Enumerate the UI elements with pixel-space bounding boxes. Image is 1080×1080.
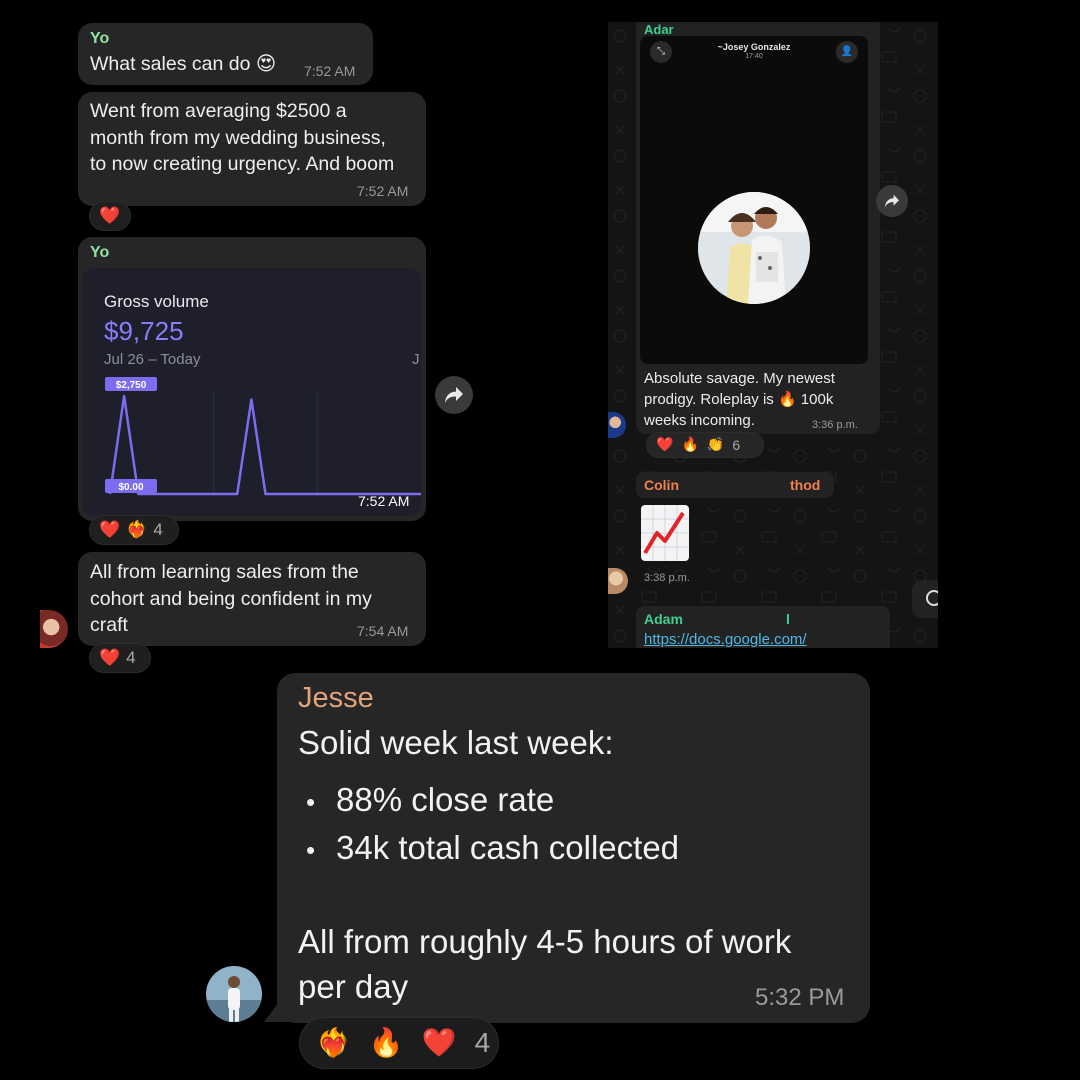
- heart-on-fire-reaction-icon: ❤️‍🔥: [316, 1026, 351, 1059]
- message-bubble[interactable]: Yo What sales can do 😍 7:52 AM: [78, 23, 373, 85]
- gross-volume-chart: $2,750 $0.00: [105, 377, 421, 496]
- person-add-icon: 👤: [840, 46, 854, 57]
- message-text: Went from averaging $2500 a month from m…: [90, 100, 395, 175]
- sender-name-tail: l: [786, 611, 790, 627]
- forward-button[interactable]: [435, 376, 473, 414]
- list-item: • 34k total cash collected: [306, 829, 680, 866]
- right-chat-panel: Adar ⤡ ~Josey Gonzalez 17:40 👤 Absolute …: [608, 22, 938, 648]
- video-frame[interactable]: ⤡ ~Josey Gonzalez 17:40 👤: [640, 36, 868, 364]
- chart-series-line: [108, 394, 421, 496]
- fire-reaction-icon: 🔥: [368, 1026, 404, 1059]
- sender-name-tail: thod: [790, 477, 821, 493]
- reaction-bar[interactable]: ❤️ ❤️‍🔥 4: [89, 515, 179, 545]
- y-axis-max-label: $2,750: [105, 377, 157, 391]
- list-item: • 88% close rate: [306, 781, 555, 818]
- heart-reaction-icon: ❤️: [99, 519, 121, 540]
- chevron-down-icon: [926, 590, 938, 606]
- forward-button[interactable]: [876, 185, 908, 217]
- message-text: What sales can do 😍: [90, 52, 277, 75]
- sender-name: Yo: [90, 30, 110, 47]
- reaction-count: 6: [732, 437, 741, 453]
- message-bubble[interactable]: Colin thod: [636, 472, 834, 498]
- video-note-circle[interactable]: [698, 192, 810, 304]
- sender-name: Adam: [644, 611, 683, 627]
- gross-volume-card: Gross volume $9,725 Jul 26 – Today J $2,…: [82, 268, 421, 516]
- message-bubble[interactable]: Went from averaging $2500 a month from m…: [78, 92, 426, 206]
- reaction-count: 4: [153, 520, 163, 539]
- svg-text:$0.00: $0.00: [118, 482, 143, 493]
- message-time: 7:52 AM: [357, 183, 409, 199]
- message-time: 3:38 p.m.: [644, 572, 690, 584]
- sender-name: Jesse: [298, 682, 374, 714]
- couple-photo: [698, 192, 810, 304]
- video-subtitle: 17:40: [745, 53, 763, 60]
- y-axis-min-label: $0.00: [105, 479, 157, 493]
- message-time: 7:52 AM: [358, 493, 410, 509]
- reaction-bar[interactable]: ❤️‍🔥 🔥 ❤️ 4: [299, 1017, 499, 1069]
- reaction-bar[interactable]: ❤️ 🔥 👏 6: [646, 432, 764, 458]
- heart-on-fire-reaction-icon: ❤️‍🔥: [126, 519, 148, 540]
- reaction-count: 4: [126, 648, 136, 667]
- heart-eyes-emoji: 😍: [255, 52, 277, 75]
- message-bubble[interactable]: Adam l https://docs.google.com/: [636, 606, 890, 648]
- message-closing: All from roughly 4-5 hours of work per d…: [298, 923, 792, 1005]
- google-docs-link[interactable]: https://docs.google.com/: [644, 631, 807, 648]
- forward-icon: [885, 194, 899, 208]
- message-intro: Solid week last week:: [298, 724, 614, 761]
- reaction-bar[interactable]: ❤️: [89, 201, 131, 231]
- sender-name: Adar: [644, 22, 674, 37]
- svg-text:$2,750: $2,750: [116, 380, 147, 391]
- reaction-bar[interactable]: ❤️ 4: [89, 643, 151, 673]
- message-bubble[interactable]: All from learning sales from the cohort …: [78, 552, 426, 646]
- heart-reaction-icon: ❤️: [421, 1026, 457, 1059]
- reaction-count: 4: [474, 1027, 491, 1058]
- chart-increasing-sticker[interactable]: [641, 505, 689, 561]
- scroll-down-button[interactable]: [912, 580, 938, 618]
- sender-name: Colin: [644, 477, 679, 493]
- heart-reaction-icon: ❤️: [656, 437, 674, 453]
- profile-photo: [206, 966, 262, 1022]
- avatar[interactable]: [40, 610, 68, 648]
- message-time: 7:54 AM: [357, 623, 409, 639]
- fire-reaction-icon: 🔥: [681, 437, 699, 453]
- clap-reaction-icon: 👏: [706, 437, 725, 453]
- avatar[interactable]: [206, 966, 262, 1022]
- message-time: 5:32 PM: [755, 984, 845, 1011]
- bullet-list: • 88% close rate • 34k total cash collecte…: [306, 777, 679, 873]
- message-text: Absolute savage. My newest prodigy. Role…: [644, 370, 835, 429]
- message-time: 7:52 AM: [304, 63, 356, 79]
- sender-name: Yo: [90, 244, 110, 261]
- forward-icon: [445, 387, 463, 403]
- add-contact-button[interactable]: 👤: [836, 41, 858, 63]
- chart-increasing-icon: [641, 505, 689, 561]
- message-bubble[interactable]: Jesse Solid week last week: • 88% close r…: [277, 673, 870, 1023]
- heart-reaction-icon: ❤️: [99, 647, 121, 668]
- message-time: 3:36 p.m.: [812, 419, 858, 431]
- message-text: All from learning sales from the cohort …: [90, 561, 372, 636]
- video-title: ~Josey Gonzalez: [717, 42, 791, 52]
- heart-reaction-icon: ❤️: [99, 205, 121, 226]
